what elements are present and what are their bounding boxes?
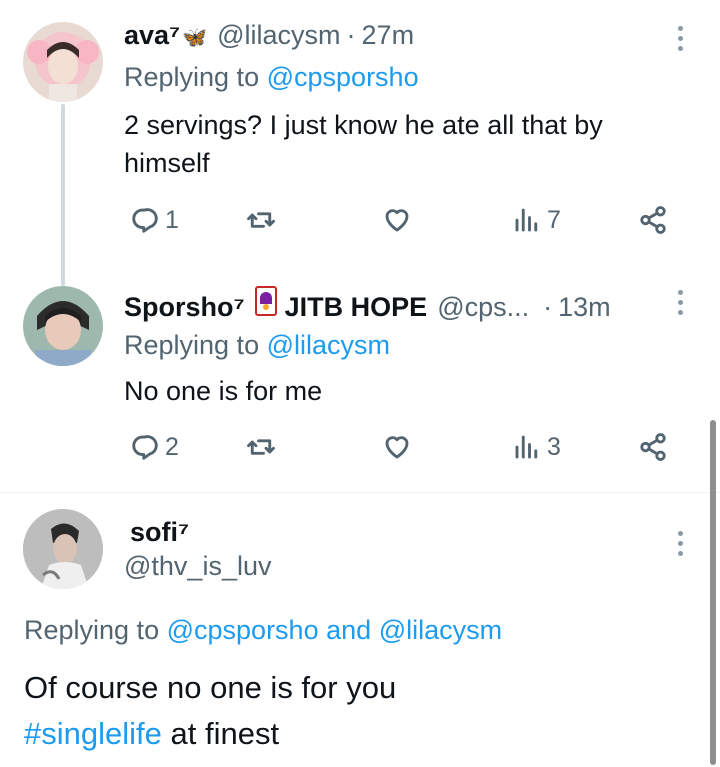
more-vertical-icon[interactable] — [675, 26, 685, 51]
scrollbar[interactable] — [710, 420, 716, 765]
tweet-text-line: #singlelife at finest — [24, 711, 684, 757]
tweet-header: sofi⁷ — [130, 515, 189, 549]
replying-label: Replying to — [124, 62, 260, 92]
display-name-suffix[interactable]: JITB HOPE — [285, 290, 428, 324]
display-name[interactable]: ava⁷ — [124, 18, 180, 52]
share-button[interactable] — [638, 200, 668, 240]
butterfly-emoji: 🦋 — [182, 27, 208, 49]
tweet[interactable]: ava⁷ 🦋 @lilacysm · 27m Replying to @cpsp… — [0, 0, 720, 270]
mention-link[interactable]: @lilacysm — [267, 330, 390, 360]
mention-link[interactable]: @cpsporsho — [267, 62, 419, 92]
replying-to: Replying to @cpsporsho and @lilacysm — [24, 613, 502, 647]
tweet-text: No one is for me — [124, 376, 323, 406]
mention-link[interactable]: @lilacysm — [379, 615, 502, 645]
retweet-icon — [247, 439, 275, 455]
replying-to: Replying to @cpsporsho — [124, 60, 419, 94]
tweet-text: Of course no one is for you #singlelife … — [24, 665, 684, 757]
views-button[interactable]: 3 — [512, 427, 561, 467]
replying-and: and — [326, 615, 372, 645]
reply-button[interactable]: 1 — [130, 200, 179, 240]
reply-icon — [132, 208, 158, 233]
tweet-text-line: himself — [124, 148, 210, 178]
view-count: 7 — [547, 205, 561, 234]
views-icon — [515, 435, 538, 459]
tweet-text: 2 servings? I just know he ate all that … — [124, 106, 694, 182]
timestamp[interactable]: 13m — [558, 290, 611, 324]
tweet-actions: 2 3 — [124, 427, 684, 467]
more-vertical-icon[interactable] — [675, 531, 685, 556]
retweet-button[interactable] — [246, 427, 276, 467]
display-name[interactable]: sofi⁷ — [130, 515, 189, 549]
user-handle-row: @thv_is_luv — [124, 549, 271, 583]
reply-count: 1 — [165, 205, 179, 234]
mention-link[interactable]: @cpsporsho — [167, 615, 319, 645]
reply-button[interactable]: 2 — [130, 427, 179, 467]
heart-icon — [385, 436, 409, 459]
replying-label: Replying to — [124, 330, 260, 360]
timestamp[interactable]: 27m — [362, 18, 415, 52]
tweet-header: Sporsho⁷ JITB HOPE @cps... · 13m — [124, 286, 611, 324]
like-button[interactable] — [382, 200, 412, 240]
retweet-icon — [247, 212, 275, 228]
joker-card-emoji — [254, 286, 277, 316]
tweet-text-line: 2 servings? I just know he ate all that … — [124, 110, 603, 140]
avatar[interactable] — [23, 22, 103, 102]
display-name[interactable]: Sporsho⁷ — [124, 290, 245, 324]
replying-label: Replying to — [24, 615, 160, 645]
focused-tweet[interactable]: sofi⁷ @thv_is_luv Replying to @cpsporsho… — [0, 493, 720, 767]
tweet-text-rest: at finest — [170, 716, 280, 751]
views-button[interactable]: 7 — [512, 200, 561, 240]
tweet[interactable]: Sporsho⁷ JITB HOPE @cps... · 13m Replyin… — [0, 270, 720, 490]
retweet-button[interactable] — [246, 200, 276, 240]
separator-dot: · — [543, 292, 553, 322]
heart-icon — [385, 209, 409, 232]
user-handle[interactable]: @cps... — [437, 290, 529, 324]
user-handle[interactable]: @thv_is_luv — [124, 549, 271, 583]
like-button[interactable] — [382, 427, 412, 467]
share-button[interactable] — [638, 427, 668, 467]
reply-count: 2 — [165, 432, 179, 461]
replying-to: Replying to @lilacysm — [124, 328, 390, 362]
conversation-thread: ava⁷ 🦋 @lilacysm · 27m Replying to @cpsp… — [0, 0, 720, 767]
tweet-header: ava⁷ 🦋 @lilacysm · 27m — [124, 18, 414, 55]
tweet-text-line: Of course no one is for you — [24, 670, 397, 705]
user-handle[interactable]: @lilacysm — [217, 18, 340, 52]
share-icon — [640, 433, 666, 461]
views-icon — [515, 208, 538, 232]
reply-icon — [132, 435, 158, 460]
tweet-actions: 1 7 — [124, 200, 684, 240]
view-count: 3 — [547, 432, 561, 461]
more-vertical-icon[interactable] — [675, 290, 685, 315]
hashtag-link[interactable]: #singlelife — [24, 716, 162, 751]
separator-dot: · — [346, 20, 356, 50]
avatar[interactable] — [23, 286, 103, 366]
share-icon — [640, 206, 666, 234]
avatar[interactable] — [23, 509, 103, 589]
